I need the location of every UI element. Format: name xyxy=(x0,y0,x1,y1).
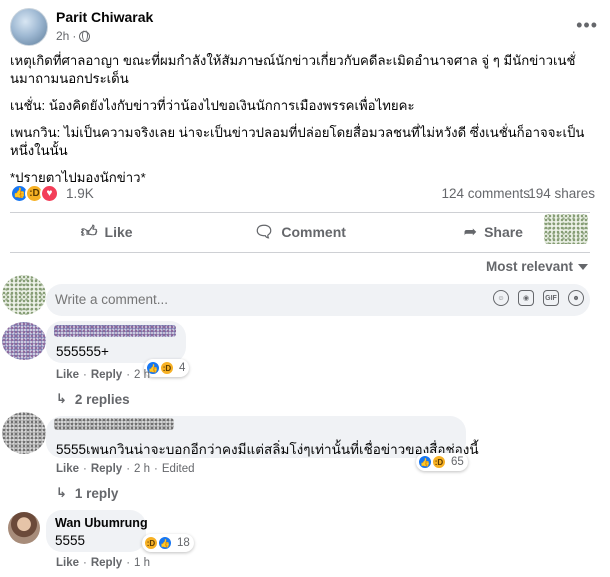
comment-reply-link[interactable]: Reply xyxy=(91,369,122,381)
comment-input[interactable] xyxy=(55,292,475,307)
comment-time[interactable]: 2 h xyxy=(134,463,150,475)
post-paragraph: เหตุเกิดที่ศาลอาญา ขณะที่ผมกำลังให้สัมภา… xyxy=(10,53,576,86)
edited-label: Edited xyxy=(161,463,195,475)
post-text: เหตุเกิดที่ศาลอาญา ขณะที่ผมกำลังให้สัมภา… xyxy=(10,52,598,196)
post-header: Parit Chiwarak 2h · ••• xyxy=(10,8,600,48)
post-meta: 2h · xyxy=(56,29,91,43)
reaction-icons[interactable]: 👍 :D ♥ xyxy=(10,184,59,203)
haha-icon: :D xyxy=(160,361,174,375)
comment-button[interactable]: 🗨︎ Comment xyxy=(203,217,396,247)
divider xyxy=(10,252,590,253)
comment-icon: 🗨︎ xyxy=(254,224,275,241)
more-horizontal-icon[interactable]: ••• xyxy=(576,16,598,34)
comment-meta: Like · Reply · 1 h xyxy=(56,557,151,569)
replies-label: 2 replies xyxy=(74,391,130,407)
share-label: Share xyxy=(484,224,523,240)
comment-time[interactable]: 1 h xyxy=(134,557,150,569)
author-name[interactable]: Parit Chiwarak xyxy=(56,9,153,25)
like-icon: 👍 xyxy=(158,536,172,550)
comment-text: 5555เพนกวินน่าจะบอกอีกว่าคงมีแต่สลิ่มโง่… xyxy=(56,442,479,457)
reaction-count: 65 xyxy=(451,456,464,468)
haha-icon: :D xyxy=(144,536,158,550)
emoji-icon[interactable]: ☺ xyxy=(493,290,509,306)
post-actions: 👍︎ Like 🗨︎ Comment ➦ Share xyxy=(10,217,590,247)
comment-reactions[interactable]: 👍 :D 65 xyxy=(416,453,468,471)
blurred-avatar xyxy=(544,214,588,244)
comment-reply-link[interactable]: Reply xyxy=(91,463,122,475)
comment-time[interactable]: 2 h xyxy=(134,369,150,381)
gif-icon[interactable]: GIF xyxy=(543,290,559,306)
sort-dropdown[interactable]: Most relevant xyxy=(486,259,588,274)
blurred-avatar xyxy=(2,275,46,315)
commenter-name[interactable]: Wan Ubumrung xyxy=(55,516,148,530)
post-paragraph: เนชั่น: น้องคิดยังไงกับข่าวที่ว่าน้องไปข… xyxy=(10,98,415,113)
blurred-avatar xyxy=(2,412,46,454)
composer-tools: ☺ ◉ GIF ☻ xyxy=(493,290,584,306)
thumbs-up-icon: 👍︎ xyxy=(80,223,98,241)
like-icon: 👍 xyxy=(418,455,432,469)
reply-arrow-icon: ↳ xyxy=(56,391,67,406)
sticker-icon[interactable]: ☻ xyxy=(568,290,584,306)
replies-label: 1 reply xyxy=(74,485,119,501)
reply-arrow-icon: ↳ xyxy=(56,485,67,500)
comment-meta: Like · Reply · 2 h xyxy=(56,369,151,381)
comment-text: 555555+ xyxy=(56,344,109,359)
blurred-avatar xyxy=(2,322,46,360)
comment-like-link[interactable]: Like xyxy=(56,369,79,381)
blurred-name xyxy=(54,325,176,337)
reaction-count: 18 xyxy=(177,537,190,549)
comment-label: Comment xyxy=(281,224,346,240)
sort-label: Most relevant xyxy=(485,259,573,274)
comment-like-link[interactable]: Like xyxy=(56,557,79,569)
author-avatar[interactable] xyxy=(10,8,48,46)
view-replies-link[interactable]: ↳ 1 reply xyxy=(56,485,118,501)
like-button[interactable]: 👍︎ Like xyxy=(10,217,203,247)
divider xyxy=(10,212,590,213)
reaction-count: 4 xyxy=(179,362,186,374)
love-icon: ♥ xyxy=(40,184,59,203)
camera-icon[interactable]: ◉ xyxy=(518,290,534,306)
like-label: Like xyxy=(104,224,133,240)
blurred-name xyxy=(54,418,174,430)
comment-reactions[interactable]: 👍 :D 4 xyxy=(144,359,190,377)
share-icon: ➦ xyxy=(463,224,478,241)
shares-count[interactable]: 194 shares xyxy=(528,186,595,201)
comment-like-link[interactable]: Like xyxy=(56,463,79,475)
commenter-avatar[interactable] xyxy=(8,512,40,544)
haha-icon: :D xyxy=(432,455,446,469)
caret-down-icon xyxy=(578,263,588,270)
comment-composer[interactable]: ☺ ◉ GIF ☻ xyxy=(46,284,590,316)
comment-reply-link[interactable]: Reply xyxy=(91,557,122,569)
globe-icon xyxy=(79,30,91,42)
comments-count[interactable]: 124 comments xyxy=(441,186,530,201)
view-replies-link[interactable]: ↳ 2 replies xyxy=(56,391,130,407)
comment-reactions[interactable]: :D 👍 18 xyxy=(142,534,194,552)
reactions-summary: 👍 :D ♥ 1.9K 124 comments 194 shares xyxy=(10,183,598,205)
comment-meta: Like · Reply · 2 h · Edited xyxy=(56,463,195,475)
post-paragraph: เพนกวิน: ไม่เป็นความจริงเลย น่าจะเป็นข่า… xyxy=(10,125,585,158)
post-time[interactable]: 2h xyxy=(56,29,69,43)
comment-text: 5555 xyxy=(55,533,86,548)
reaction-count[interactable]: 1.9K xyxy=(66,186,94,201)
